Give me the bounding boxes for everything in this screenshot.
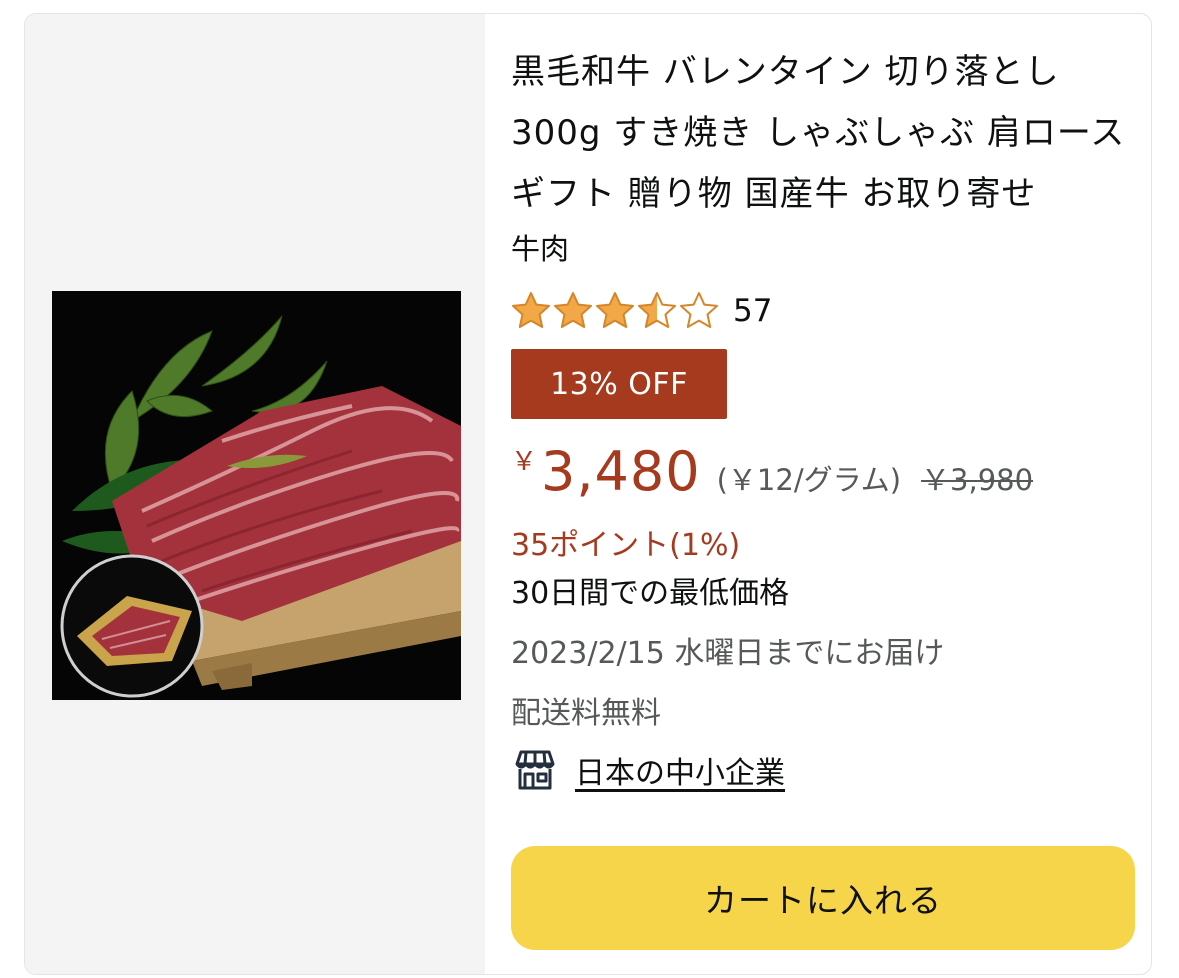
storefront-icon <box>515 750 555 790</box>
add-to-cart-button[interactable]: カートに入れる <box>511 846 1135 950</box>
product-category: 牛肉 <box>511 232 570 266</box>
product-image[interactable] <box>52 291 461 700</box>
star-half-icon <box>638 292 676 328</box>
unit-price: (￥12/グラム) <box>716 463 902 497</box>
delivery-date: 2023/2/15 水曜日までにお届け <box>511 636 945 671</box>
star-full-icon <box>512 292 550 328</box>
product-image-pane[interactable] <box>25 14 485 974</box>
price-currency-symbol: ￥ <box>511 447 538 477</box>
small-business-badge-link[interactable]: 日本の中小企業 <box>511 746 785 794</box>
points-earned: 35ポイント(1%) <box>511 528 741 563</box>
shipping-info: 配送料無料 <box>511 696 661 731</box>
deal-badge: 13% OFF <box>511 349 727 419</box>
lowest-price-note: 30日間での最低価格 <box>511 576 790 611</box>
product-title[interactable]: 黒毛和牛 バレンタイン 切り落とし 300g すき焼き しゃぶしゃぶ 肩ロース … <box>511 42 1131 225</box>
review-count[interactable]: 57 <box>733 293 772 329</box>
star-empty-icon <box>680 292 718 328</box>
product-card[interactable]: 黒毛和牛 バレンタイン 切り落とし 300g すき焼き しゃぶしゃぶ 肩ロース … <box>24 13 1152 975</box>
price-value: 3,480 <box>541 440 701 503</box>
star-full-icon <box>554 292 592 328</box>
rating-row[interactable]: 57 <box>511 286 772 336</box>
star-full-icon <box>596 292 634 328</box>
seller-badge-label[interactable]: 日本の中小企業 <box>575 748 785 792</box>
star-rating[interactable] <box>511 291 721 331</box>
price-row: ￥ 3,480 (￥12/グラム) ￥3,980 <box>511 440 1033 510</box>
list-price: ￥3,980 <box>921 463 1034 497</box>
